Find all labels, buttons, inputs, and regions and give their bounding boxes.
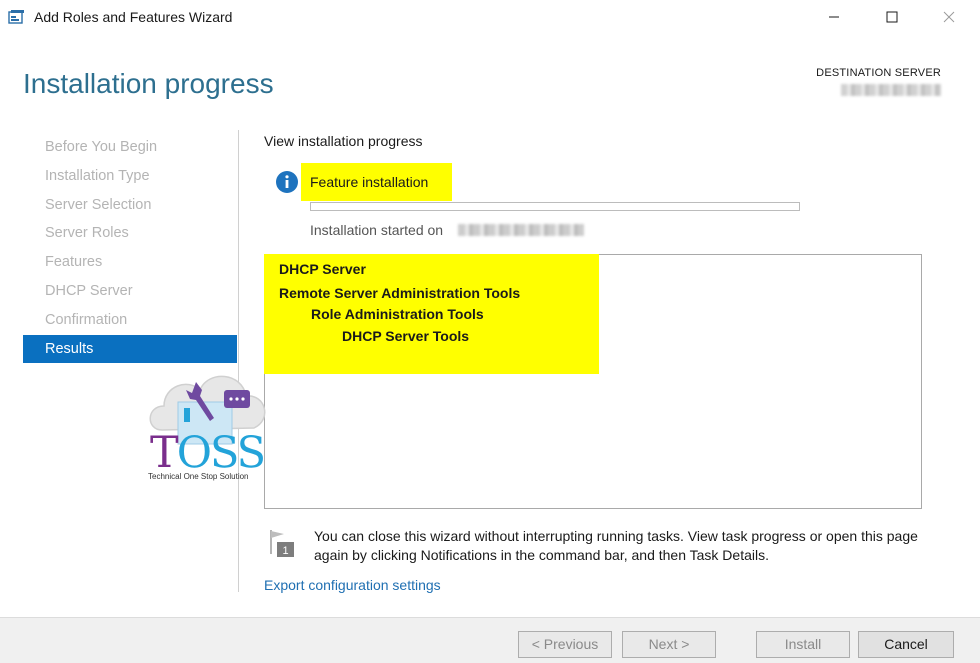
previous-button[interactable]: < Previous <box>518 631 612 658</box>
logo-letter-t: T <box>150 428 179 478</box>
close-wizard-notice: You can close this wizard without interr… <box>314 528 918 563</box>
nav-item-server-selection[interactable]: Server Selection <box>23 191 237 220</box>
server-manager-icon <box>8 10 24 24</box>
installation-started-value <box>458 224 584 236</box>
export-configuration-link[interactable]: Export configuration settings <box>264 577 441 593</box>
close-icon <box>943 11 955 23</box>
result-item: DHCP Server <box>279 261 366 277</box>
nav-item-results[interactable]: Results <box>23 334 237 364</box>
nav-item-installation-type[interactable]: Installation Type <box>23 162 237 191</box>
nav-item-server-roles[interactable]: Server Roles <box>23 219 237 248</box>
installation-status-title: Feature installation <box>310 174 429 190</box>
installation-started-label: Installation started on <box>310 222 444 238</box>
nav-item-features[interactable]: Features <box>23 248 237 277</box>
page-title: Installation progress <box>23 68 274 99</box>
info-icon <box>276 171 298 193</box>
close-button[interactable] <box>926 0 972 34</box>
nav-item-confirmation[interactable]: Confirmation <box>23 306 237 335</box>
toss-logo-subtitle: Technical One Stop Solution <box>148 472 249 481</box>
maximize-button[interactable] <box>869 0 915 34</box>
nav-divider <box>238 130 239 592</box>
destination-server-value <box>841 84 941 96</box>
nav-item-before-you-begin[interactable]: Before You Begin <box>23 133 237 162</box>
title-bar: Add Roles and Features Wizard <box>0 0 980 36</box>
result-item: DHCP Server Tools <box>342 328 470 344</box>
notification-badge: 1 <box>282 545 288 557</box>
result-item: Role Administration Tools <box>311 306 484 322</box>
cancel-button[interactable]: Cancel <box>858 631 954 658</box>
install-button[interactable]: Install <box>756 631 850 658</box>
toss-logo-text: TOSS <box>150 428 266 478</box>
notification-flag-icon: 1 <box>270 530 294 557</box>
minimize-icon <box>829 16 839 18</box>
section-label: View installation progress <box>264 133 423 149</box>
minimize-button[interactable] <box>811 0 857 34</box>
wizard-steps-nav: Before You Begin Installation Type Serve… <box>23 133 237 364</box>
nav-item-dhcp-server[interactable]: DHCP Server <box>23 277 237 306</box>
maximize-icon <box>886 11 898 23</box>
result-item: Remote Server Administration Tools <box>279 285 521 301</box>
next-button[interactable]: Next > <box>622 631 716 658</box>
installation-progress-bar <box>310 202 800 211</box>
logo-letters-oss: OSS <box>176 428 266 478</box>
destination-server-label: DESTINATION SERVER <box>816 67 941 79</box>
window-title: Add Roles and Features Wizard <box>34 9 233 25</box>
